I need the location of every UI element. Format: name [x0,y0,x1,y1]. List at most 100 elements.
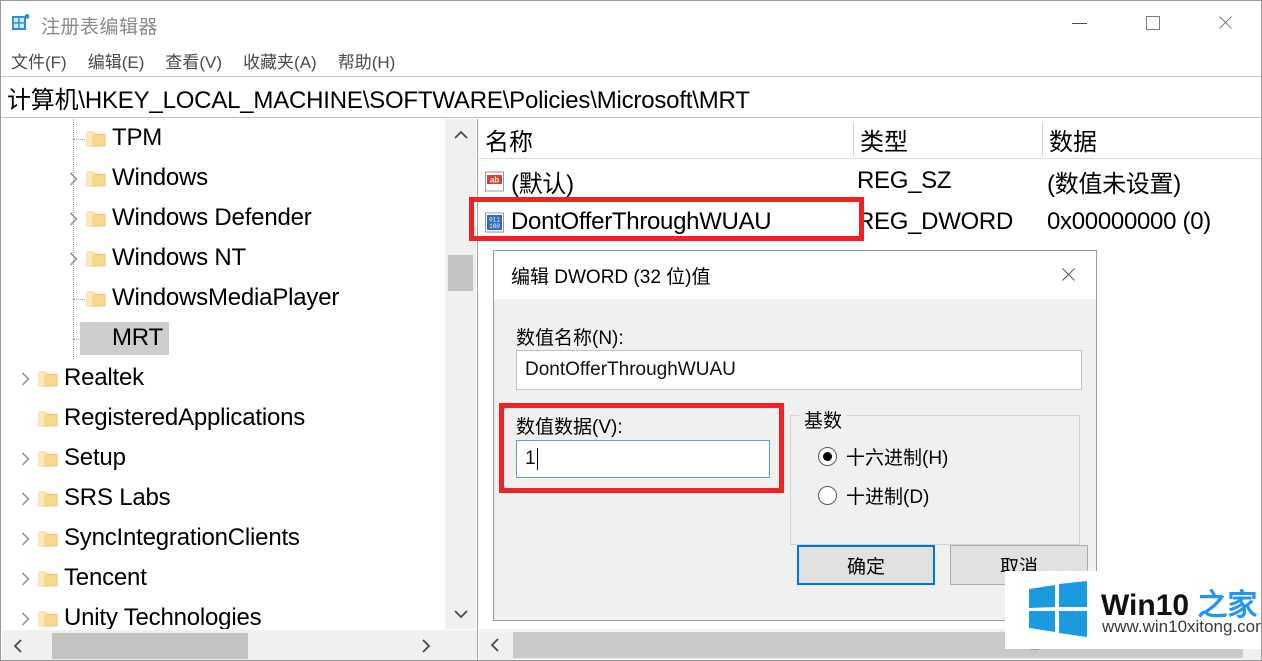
radio-decimal-mark [818,486,837,505]
chevron-right-icon [422,639,431,653]
tree-item-windows-nt[interactable]: Windows NT [2,239,446,279]
tree-expand-arrow-icon[interactable] [16,570,34,588]
tree-item-registeredapplications[interactable]: RegisteredApplications [2,399,446,439]
menu-item-view[interactable]: 查看(V) [165,46,233,75]
value-name-input[interactable]: DontOfferThroughWUAU [516,350,1082,390]
list-scroll-left-button[interactable] [479,629,511,660]
tree-item-windowsmediaplayer[interactable]: WindowsMediaPlayer [2,279,446,319]
column-header-name[interactable]: 名称 [479,119,853,159]
tree-expand-arrow-icon[interactable] [64,170,82,188]
value-type-cell: REG_DWORD [857,208,1013,235]
tree-item-label: Unity Technologies [64,604,262,629]
folder-icon [38,490,58,507]
menu-bar: 文件(F) 编辑(E) 查看(V) 收藏夹(A) 帮助(H) [1,45,1261,77]
base-group-label: 基数 [799,406,848,433]
menu-item-file[interactable]: 文件(F) [11,46,78,75]
chevron-up-icon [453,130,468,139]
value-name-cell: (默认) [511,170,574,198]
maximize-icon [1146,16,1160,30]
value-name-cell: DontOfferThroughWUAU [511,208,772,235]
tree-item-mrt[interactable]: MRT [2,319,446,359]
maximize-button[interactable] [1123,1,1183,45]
svg-text:ab: ab [490,176,499,185]
tree-vertical-scrollbar[interactable] [445,119,476,629]
tree-item-srs-labs[interactable]: SRS Labs [2,479,446,519]
window-title: 注册表编辑器 [41,17,159,38]
folder-icon [38,570,58,587]
column-header-data[interactable]: 数据 [1043,119,1261,159]
tree-expand-arrow-icon[interactable] [64,210,82,228]
folder-icon [86,210,106,227]
tree-item-label: MRT [112,324,163,351]
tree-expand-arrow-icon[interactable] [16,530,34,548]
folder-icon [38,530,58,547]
folder-icon [86,130,106,147]
dialog-close-button[interactable] [1046,255,1090,295]
tree-item-unity-technologies[interactable]: Unity Technologies [2,599,446,629]
value-data-input[interactable]: 1 [516,440,770,478]
tree-item-label: Realtek [64,364,144,391]
dialog-title-bar: 编辑 DWORD (32 位)值 [494,251,1096,299]
tree-item-windows-defender[interactable]: Windows Defender [2,199,446,239]
ok-button[interactable]: 确定 [797,545,935,585]
tree-item-setup[interactable]: Setup [2,439,446,479]
watermark-url: www.win10xitong.com [1102,617,1262,636]
tree-scroll-left-button[interactable] [2,630,34,660]
values-row[interactable]: 011 100 DontOfferThroughWUAU REG_DWORD 0x000… [479,202,1261,242]
tree-item-label: Tencent [64,564,147,591]
tree-item-label: TPM [112,124,163,151]
text-caret [536,448,538,470]
close-icon [1060,267,1076,283]
registry-path: 计算机\HKEY_LOCAL_MACHINE\SOFTWARE\Policies… [7,87,750,114]
tree-item-label: RegisteredApplications [64,404,306,431]
tree-item-label: Setup [64,444,126,471]
registry-tree-pane: TPM Windows Windows Defender Windows NT Wind… [2,119,478,660]
radio-hexadecimal-mark [818,447,837,466]
close-button[interactable] [1195,1,1255,45]
menu-item-favorites[interactable]: 收藏夹(A) [243,46,328,75]
tree-expand-arrow-icon[interactable] [16,610,34,628]
folder-icon [38,370,58,387]
title-bar: 注册表编辑器 [1,1,1261,45]
value-type-cell: REG_SZ [857,167,952,194]
registry-tree[interactable]: TPM Windows Windows Defender Windows NT Wind… [2,119,446,629]
address-bar[interactable]: 计算机\HKEY_LOCAL_MACHINE\SOFTWARE\Policies… [2,78,1260,118]
minimize-button[interactable] [1049,1,1109,45]
tree-horizontal-scrollbar[interactable] [2,629,477,660]
tree-expand-arrow-icon[interactable] [64,250,82,268]
tree-hscroll-thumb[interactable] [52,633,248,659]
tree-item-syncintegrationclients[interactable]: SyncIntegrationClients [2,519,446,559]
tree-item-tpm[interactable]: TPM [2,119,446,159]
tree-scroll-down-button[interactable] [445,598,476,629]
tree-scroll-thumb[interactable] [448,255,473,291]
menu-item-edit[interactable]: 编辑(E) [88,46,156,75]
values-list-header: 名称 类型 数据 [479,119,1261,159]
tree-expand-arrow-icon[interactable] [16,370,34,388]
edit-dword-dialog: 编辑 DWORD (32 位)值 数值名称(N): DontOfferThrou… [493,250,1097,621]
radio-hexadecimal-label: 十六进制(H) [846,448,949,469]
menu-item-help[interactable]: 帮助(H) [338,46,407,75]
tree-guide-line [73,139,85,140]
tree-item-realtek[interactable]: Realtek [2,359,446,399]
value-name-label: 数值名称(N): [516,328,624,349]
tree-item-label: WindowsMediaPlayer [112,284,340,311]
string-value-icon: ab [484,171,505,192]
tree-scroll-right-button[interactable] [410,630,442,660]
value-data-text: 1 [525,448,536,469]
folder-icon [86,250,106,267]
radio-hexadecimal[interactable]: 十六进制(H) [818,443,948,470]
tree-expand-arrow-icon[interactable] [16,490,34,508]
site-watermark: Win10 之家 www.win10xitong.com [1005,571,1262,649]
radio-decimal[interactable]: 十进制(D) [818,482,929,509]
windows-logo-icon [1029,581,1087,637]
values-row[interactable]: ab (默认) REG_SZ (数值未设置) [479,161,1261,201]
tree-item-tencent[interactable]: Tencent [2,559,446,599]
tree-item-label: SyncIntegrationClients [64,524,300,551]
registry-editor-window: 注册表编辑器 文件(F) 编辑(E) 查看(V) 收藏夹(A) 帮助(H) 计算… [0,0,1262,661]
tree-scroll-up-button[interactable] [445,119,476,150]
tree-guide-line [73,299,85,300]
column-header-type[interactable]: 类型 [854,119,1042,159]
value-name-text: DontOfferThroughWUAU [525,359,736,380]
tree-expand-arrow-icon[interactable] [16,450,34,468]
tree-item-windows[interactable]: Windows [2,159,446,199]
